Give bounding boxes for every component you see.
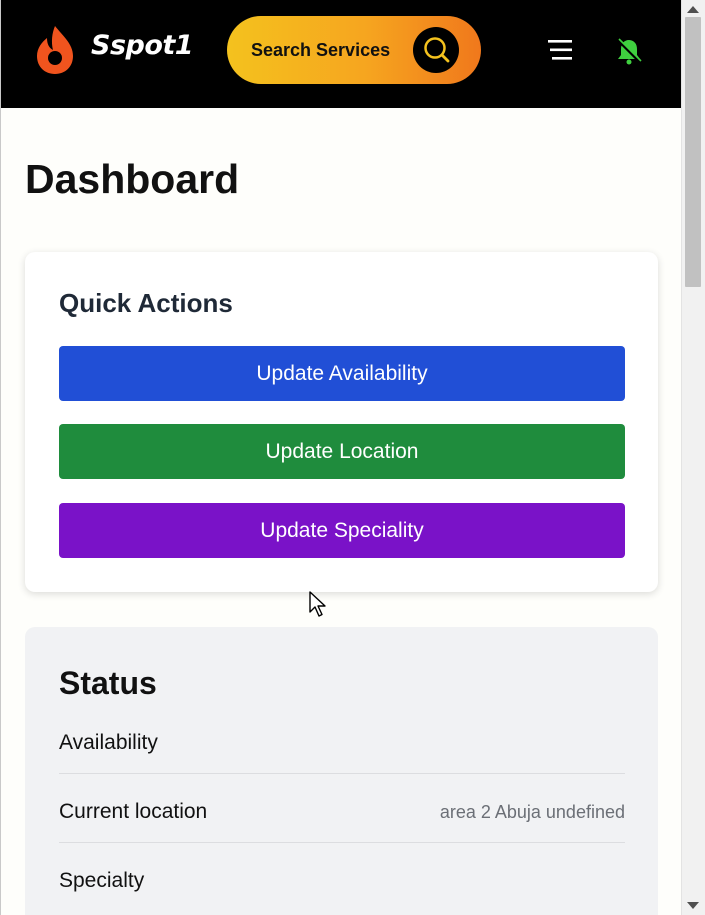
- update-speciality-button[interactable]: Update Speciality: [59, 503, 625, 558]
- update-location-button[interactable]: Update Location: [59, 424, 625, 479]
- app-viewport: Sspot1 Search Services Dashboard Quick A…: [0, 0, 681, 915]
- status-label-current-location: Current location: [59, 800, 208, 823]
- brand-name[interactable]: Sspot1: [91, 30, 194, 61]
- hamburger-menu-icon[interactable]: [546, 38, 574, 62]
- quick-actions-title: Quick Actions: [59, 288, 233, 318]
- quick-actions-card: Quick Actions Update Availability Update…: [25, 252, 658, 592]
- status-row-current-location: Current location area 2 Abuja undefined: [59, 774, 625, 843]
- flame-logo-icon[interactable]: [33, 24, 77, 76]
- scroll-down-arrow-icon[interactable]: [687, 902, 699, 909]
- status-label-specialty: Specialty: [59, 869, 145, 892]
- search-icon: [424, 37, 450, 63]
- status-value-current-location: area 2 Abuja undefined: [439, 802, 625, 822]
- page-title: Dashboard: [25, 156, 240, 202]
- update-availability-button[interactable]: Update Availability: [59, 346, 625, 401]
- bell-off-icon[interactable]: [614, 36, 644, 66]
- top-navigation-bar: Sspot1 Search Services: [1, 0, 681, 108]
- mouse-pointer-icon: [309, 591, 326, 617]
- status-row-specialty: Specialty: [59, 843, 625, 912]
- status-row-availability: Availability: [59, 705, 625, 774]
- search-icon-circle[interactable]: [413, 27, 459, 73]
- search-services-button[interactable]: Search Services: [227, 16, 481, 84]
- status-label-availability: Availability: [59, 731, 158, 754]
- scrollbar-thumb[interactable]: [685, 17, 701, 287]
- status-title: Status: [59, 665, 157, 701]
- scroll-up-arrow-icon[interactable]: [687, 6, 699, 13]
- vertical-scrollbar[interactable]: [681, 0, 705, 915]
- status-card: Status Availability Current location are…: [25, 627, 658, 915]
- search-services-label: Search Services: [251, 40, 391, 60]
